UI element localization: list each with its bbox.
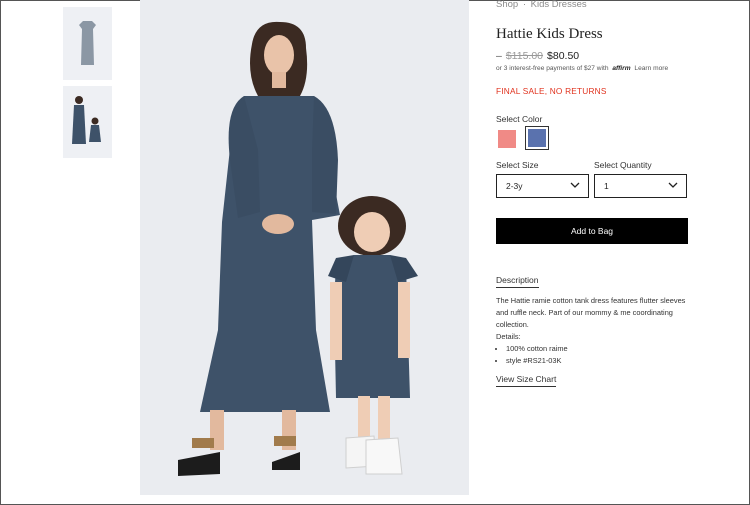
select-quantity-label: Select Quantity — [594, 160, 652, 170]
chevron-down-icon — [668, 182, 678, 188]
product-title: Hattie Kids Dress — [496, 26, 603, 42]
affirm-financing-text: or 3 interest-free payments of $27 with … — [496, 65, 668, 72]
thumbnail-dress-only[interactable] — [63, 7, 112, 80]
description-body: The Hattie ramie cotton tank dress featu… — [496, 296, 686, 329]
final-sale-notice: FINAL SALE, NO RETURNS — [496, 86, 607, 96]
details-item: 100% cotton raime — [506, 343, 686, 355]
affirm-logo: affirm — [612, 65, 631, 72]
thumbnail-mother-child[interactable] — [63, 86, 112, 158]
color-swatch-blue[interactable] — [528, 129, 546, 147]
breadcrumb-kids-dresses-link[interactable]: Kids Dresses — [531, 0, 587, 10]
affirm-learn-more-link[interactable]: Learn more — [634, 65, 668, 72]
price-dash: – — [496, 50, 502, 62]
dress-thumbnail-image — [79, 21, 96, 65]
mother-child-thumbnail-image — [72, 96, 101, 144]
breadcrumb-separator: · — [522, 0, 526, 10]
price-row: – $115.00 $80.50 — [496, 50, 579, 62]
color-swatch-coral[interactable] — [498, 130, 516, 148]
product-hero-image — [140, 0, 469, 495]
size-select-value: 2-3y — [506, 181, 523, 191]
product-description: The Hattie ramie cotton tank dress featu… — [496, 295, 686, 367]
quantity-select[interactable]: 1 — [594, 174, 687, 198]
details-item: style #RS21-03K — [506, 355, 686, 367]
select-color-label: Select Color — [496, 114, 543, 124]
details-label: Details: — [496, 332, 521, 341]
details-list: 100% cotton raime style #RS21-03K — [496, 343, 686, 367]
tab-description[interactable]: Description — [496, 275, 539, 288]
select-size-label: Select Size — [496, 160, 539, 170]
original-price: $115.00 — [505, 50, 544, 62]
size-select[interactable]: 2-3y — [496, 174, 589, 198]
chevron-down-icon — [570, 182, 580, 188]
view-size-chart-link[interactable]: View Size Chart — [496, 374, 557, 387]
quantity-select-value: 1 — [604, 181, 609, 191]
add-to-bag-button[interactable]: Add to Bag — [496, 218, 688, 244]
models-photo — [178, 21, 418, 476]
breadcrumb-shop-link[interactable]: Shop — [496, 0, 518, 10]
affirm-prefix: or 3 interest-free payments of $27 with — [496, 65, 609, 72]
sale-price: $80.50 — [547, 50, 580, 62]
breadcrumb: Shop · Kids Dresses — [496, 0, 587, 10]
